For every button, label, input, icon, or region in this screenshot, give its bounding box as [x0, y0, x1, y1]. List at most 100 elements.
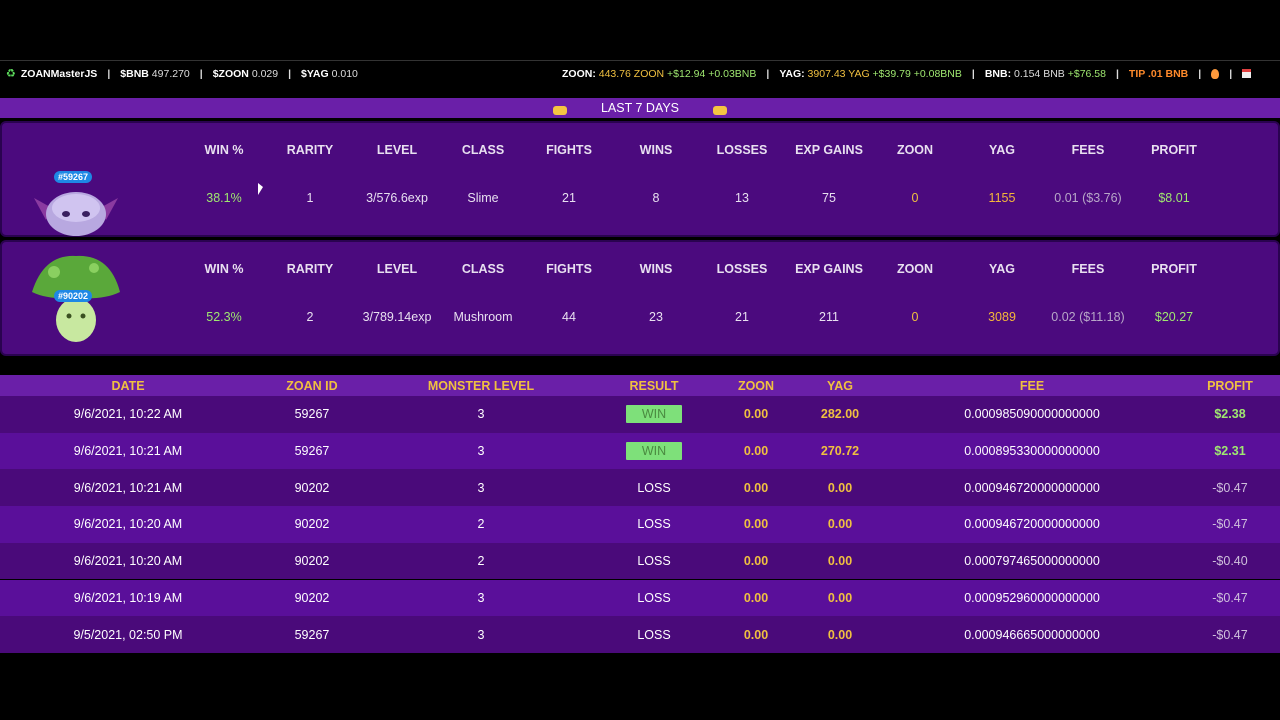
zoon-cell-text: 0.00: [743, 444, 769, 459]
profit-cell: -$0.40: [1180, 543, 1280, 580]
yag-cell-text: 270.72: [820, 444, 860, 459]
monster-id-badge: #90202: [54, 290, 93, 302]
pointing-hand-icon: [713, 105, 728, 115]
col-monster-level[interactable]: MONSTER LEVEL: [411, 375, 551, 396]
zoan-id-cell-text: 59267: [294, 407, 330, 422]
profit-amount: -$0.47: [1212, 590, 1248, 605]
bnb-balance: 0.154 BNB: [1014, 67, 1065, 80]
zoon-cell-text: 0.00: [743, 627, 769, 642]
yag-cell-text: 282.00: [820, 407, 860, 422]
date-cell: 9/6/2021, 10:21 AM: [48, 469, 208, 506]
monster-level-cell: 2: [431, 506, 531, 543]
zoon-balance-gain: +$12.94 +0.03BNB: [667, 67, 757, 80]
slime-monster-image: [34, 192, 118, 236]
calendar-icon[interactable]: [1242, 69, 1252, 78]
bnb-balance-label: BNB:: [984, 67, 1012, 80]
yag-balance-label: YAG:: [779, 67, 805, 80]
date-cell-text: 9/6/2021, 10:21 AM: [73, 480, 183, 495]
result-cell: LOSS: [604, 580, 704, 617]
table-row: 9/6/2021, 10:22 AM 59267 3 WIN 0.00 282.00 0.0…: [0, 396, 1280, 433]
profit-amount: -$0.47: [1212, 480, 1248, 495]
fee-cell-text: 0.000895330000000000: [964, 444, 1100, 459]
table-row: 9/6/2021, 10:20 AM 90202 2 LOSS 0.00 0.00 0.00…: [0, 542, 1280, 580]
yag-balance-gain: +$39.79 +0.08BNB: [872, 67, 962, 80]
fee-cell: 0.000952960000000000: [912, 580, 1152, 617]
separator: |: [107, 67, 111, 80]
yag-cell: 0.00: [800, 543, 880, 580]
monster-level-cell: 3: [431, 433, 531, 470]
table-row: 9/6/2021, 10:19 AM 90202 3 LOSS 0.00 0.00 0.00…: [0, 579, 1280, 617]
loss-label: LOSS: [637, 554, 671, 569]
zoon-cell: 0.00: [726, 580, 786, 617]
result-cell: LOSS: [604, 543, 704, 580]
monster-level-cell: 2: [431, 543, 531, 580]
profit-amount: -$0.40: [1212, 554, 1248, 569]
col-fee[interactable]: FEE: [932, 375, 1132, 396]
zoon-cell-text: 0.00: [743, 554, 769, 569]
monster-level-cell: 3: [431, 396, 531, 433]
header-profit: PROFIT: [1151, 262, 1197, 276]
zoon-cell-text: 0.00: [743, 517, 769, 532]
separator: |: [1229, 67, 1233, 80]
col-result[interactable]: RESULT: [614, 375, 694, 396]
date-cell: 9/6/2021, 10:21 AM: [48, 433, 208, 470]
profit-amount: $2.38: [1214, 407, 1246, 422]
period-band: LAST 7 DAYS: [0, 98, 1280, 118]
monster-card: #90202 WIN % RARITY LEVEL CLASS FIGHTS W…: [0, 240, 1280, 356]
zoon-cell-text: 0.00: [743, 407, 769, 422]
result-cell: LOSS: [604, 616, 704, 653]
fee-cell-text: 0.000946665000000000: [964, 627, 1100, 642]
yag-balance: 3907.43 YAG: [807, 67, 870, 80]
col-zoan-id[interactable]: ZOAN ID: [262, 375, 362, 396]
col-yag[interactable]: YAG: [810, 375, 870, 396]
fee-cell-text: 0.000985090000000000: [964, 407, 1100, 422]
monster-level-cell: 3: [431, 580, 531, 617]
profit-value: $8.01: [1158, 191, 1190, 205]
profit-value: $20.27: [1154, 310, 1194, 324]
zoon-cell: 0.00: [726, 469, 786, 506]
date-cell: 9/5/2021, 02:50 PM: [48, 616, 208, 653]
zoan-id-cell-text: 90202: [294, 480, 330, 495]
date-cell-text: 9/5/2021, 02:50 PM: [73, 627, 183, 642]
loss-label: LOSS: [637, 517, 671, 532]
zoan-id-cell: 90202: [262, 506, 362, 543]
zoan-id-cell: 59267: [262, 616, 362, 653]
ticker-left: ♻ ZOANMasterJS | $BNB 497.270 | $ZOON 0.…: [0, 67, 358, 81]
col-zoon[interactable]: ZOON: [726, 375, 786, 396]
yag-cell: 0.00: [800, 506, 880, 543]
zoon-cell: 0.00: [726, 616, 786, 653]
yag-price-label: $YAG: [301, 67, 329, 80]
loss-label: LOSS: [637, 480, 671, 495]
yag-cell: 270.72: [800, 433, 880, 470]
zoon-balance: 443.76 ZOON: [598, 67, 665, 80]
date-cell: 9/6/2021, 10:20 AM: [48, 506, 208, 543]
monster-level-cell-text: 3: [477, 590, 485, 605]
zoon-cell: 0.00: [726, 433, 786, 470]
flame-icon[interactable]: [1211, 68, 1220, 79]
monster-id-badge: #59267: [54, 171, 93, 183]
monster-card: #59267 WIN % RARITY LEVEL CLASS FIGHTS W…: [0, 121, 1280, 237]
zoan-id-cell-text: 59267: [294, 444, 330, 459]
zoan-id-cell: 59267: [262, 433, 362, 470]
separator: |: [288, 67, 292, 80]
profit-cell: -$0.47: [1180, 580, 1280, 617]
yag-cell-text: 0.00: [827, 517, 853, 532]
col-date[interactable]: DATE: [68, 375, 188, 396]
period-label: LAST 7 DAYS: [600, 101, 680, 115]
tip-link[interactable]: TIP .01 BNB: [1129, 68, 1188, 80]
zoon-price: 0.029: [251, 67, 279, 80]
fee-cell: 0.000797465000000000: [912, 543, 1152, 580]
table-row: 9/6/2021, 10:21 AM 59267 3 WIN 0.00 270.72 0.0…: [0, 432, 1280, 470]
result-cell: LOSS: [604, 469, 704, 506]
zoan-id-cell: 90202: [262, 543, 362, 580]
fee-cell: 0.000985090000000000: [912, 396, 1152, 433]
fee-cell: 0.000946665000000000: [912, 616, 1152, 653]
profit-cell: $2.31: [1180, 433, 1280, 470]
zoon-balance-label: ZOON:: [562, 67, 596, 80]
date-cell-text: 9/6/2021, 10:19 AM: [73, 590, 183, 605]
header-profit: PROFIT: [1151, 143, 1197, 157]
profit-amount: -$0.47: [1212, 517, 1248, 532]
zoon-cell-text: 0.00: [743, 590, 769, 605]
zoan-id-cell-text: 90202: [294, 517, 330, 532]
col-profit[interactable]: PROFIT: [1190, 375, 1270, 396]
